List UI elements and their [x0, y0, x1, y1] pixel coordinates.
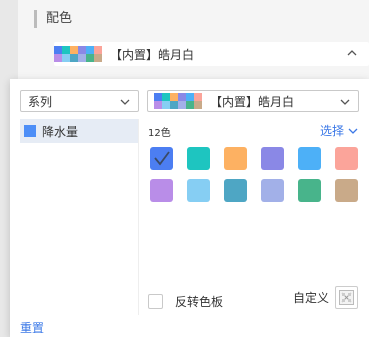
palette-swatch [54, 46, 62, 54]
series-list: 降水量 [20, 119, 139, 315]
color-swatch[interactable] [335, 147, 358, 170]
list-item[interactable]: 降水量 [20, 119, 138, 143]
palette-swatch [162, 93, 170, 101]
color-swatch[interactable] [150, 147, 173, 170]
palette-swatch [86, 54, 94, 62]
custom-color-option[interactable]: 自定义 [293, 286, 359, 309]
palette-swatch [178, 93, 186, 101]
color-swatch[interactable] [224, 147, 247, 170]
color-swatch[interactable] [187, 179, 210, 202]
palette-swatch [170, 101, 178, 109]
palette-popup: 系列 【内置】皓月白 降水量 12色 选择 反转色板 自定义 重置 [10, 79, 369, 337]
palette-swatch [86, 46, 94, 54]
reverse-checkbox[interactable] [148, 294, 163, 309]
palette-preview [154, 93, 202, 109]
color-count-label: 12色 [148, 128, 171, 139]
palette-swatch [78, 46, 86, 54]
palette-swatch [186, 101, 194, 109]
choose-label: 选择 [320, 124, 345, 138]
choose-button[interactable]: 选择 [320, 122, 358, 139]
reverse-label: 反转色板 [175, 295, 224, 309]
palette-swatch [178, 101, 186, 109]
palette-swatch [194, 93, 202, 101]
color-grid [150, 147, 358, 202]
palette-swatch [154, 101, 162, 109]
series-dropdown[interactable]: 系列 [20, 90, 139, 112]
color-swatch[interactable] [335, 179, 358, 202]
palette-swatch [70, 54, 78, 62]
color-picker-icon[interactable] [335, 286, 359, 309]
chevron-up-icon[interactable] [347, 48, 357, 58]
palette-swatch [62, 54, 70, 62]
palette-select-value: 【内置】皓月白 [210, 94, 295, 109]
section-title: 配色 [34, 10, 72, 28]
palette-swatch [78, 54, 86, 62]
color-swatch[interactable] [298, 179, 321, 202]
color-swatch[interactable] [261, 179, 284, 202]
series-dropdown-value: 系列 [28, 94, 53, 109]
check-icon [154, 151, 170, 166]
reset-button[interactable]: 重置 [20, 319, 44, 336]
palette-swatch [94, 54, 102, 62]
color-swatch[interactable] [261, 147, 284, 170]
palette-dropdown-value: 【内置】皓月白 [110, 47, 195, 62]
palette-swatch [170, 93, 178, 101]
palette-swatch [186, 93, 194, 101]
palette-preview [54, 46, 102, 62]
palette-swatch [162, 101, 170, 109]
palette-swatch [154, 93, 162, 101]
palette-swatch [194, 101, 202, 109]
palette-swatch [94, 46, 102, 54]
palette-swatch [70, 46, 78, 54]
palette-select[interactable]: 【内置】皓月白 [147, 90, 359, 112]
color-swatch[interactable] [298, 147, 321, 170]
color-swatch[interactable] [224, 179, 247, 202]
series-name: 降水量 [42, 124, 79, 139]
custom-label: 自定义 [293, 291, 330, 305]
color-swatch[interactable] [150, 179, 173, 202]
palette-dropdown[interactable]: 【内置】皓月白 [54, 42, 369, 66]
chevron-down-icon [340, 99, 350, 105]
palette-swatch [62, 46, 70, 54]
chevron-down-icon [120, 99, 130, 105]
reverse-palette-option[interactable]: 反转色板 [148, 293, 223, 310]
palette-swatch [54, 54, 62, 62]
chevron-down-icon [348, 128, 358, 134]
color-swatch[interactable] [187, 147, 210, 170]
series-color-swatch [24, 125, 36, 137]
